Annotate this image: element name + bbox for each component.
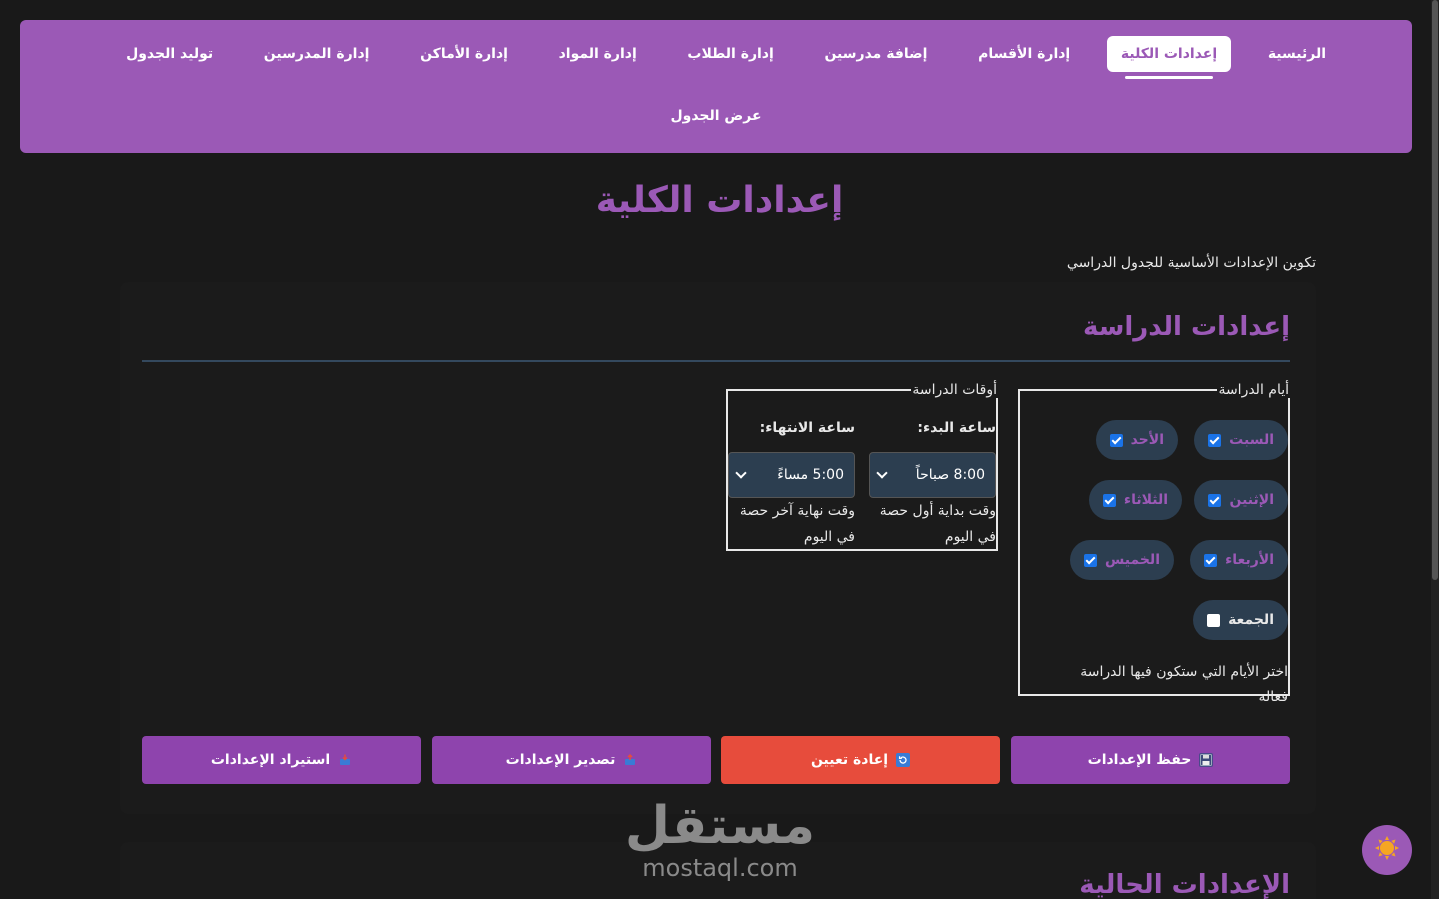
checkbox-checked-icon[interactable] [1109,433,1123,447]
theme-toggle-button[interactable] [1362,825,1412,875]
import-settings-label: استيراد الإعدادات [210,752,331,768]
export-settings-label: تصدير الإعدادات [505,752,616,768]
nav-item-college-settings[interactable]: إعدادات الكلية [1106,36,1232,79]
nav-item-generate-schedule[interactable]: توليد الجدول [112,36,227,72]
day-label: السبت [1229,432,1274,448]
nav-item-teachers[interactable]: إدارة المدرسين [250,36,384,72]
checkbox-checked-icon[interactable] [1208,493,1222,507]
end-time-value: 5:00 مساءً [777,467,844,483]
day-label: الأربعاء [1225,552,1274,568]
day-chip-monday[interactable]: الإثنين [1194,480,1288,520]
nav-item-subjects[interactable]: إدارة المواد [545,36,651,72]
end-time-select[interactable]: 5:00 مساءً [728,452,855,498]
start-time-select[interactable]: 8:00 صباحاً [869,452,996,498]
chevron-down-icon [735,467,747,479]
nav-item-students[interactable]: إدارة الطلاب [673,36,787,72]
page-subtitle: تكوين الإعدادات الأساسية للجدول الدراسي [1066,255,1316,271]
study-days-legend: أيام الدراسة [1218,382,1289,398]
start-time-help: وقت بداية أول حصة في اليوم [879,503,996,545]
day-label: الإثنين [1229,492,1274,508]
start-time-label: ساعة البدء: [917,420,996,436]
save-settings-button[interactable]: حفظ الإعدادات [1011,736,1290,784]
nav-item-departments[interactable]: إدارة الأقسام [964,36,1084,72]
watermark-latin: mostaql.com [642,854,798,882]
section-title-current: الإعدادات الحالية [1079,870,1290,899]
section-title-study: إعدادات الدراسة [1083,312,1290,342]
day-chip-wednesday[interactable]: الأربعاء [1190,540,1288,580]
end-time-help: وقت نهاية آخر حصة في اليوم [739,503,855,545]
nav-item-add-teachers[interactable]: إضافة مدرسين [810,36,941,72]
reset-settings-label: إعادة تعيين [810,752,889,768]
day-chip-thursday[interactable]: الخميس [1069,540,1174,580]
sun-icon [1374,835,1400,865]
day-label: الأحد [1130,432,1164,448]
chevron-down-icon [876,467,888,479]
refresh-icon [896,753,911,767]
checkbox-checked-icon[interactable] [1208,433,1222,447]
study-days-help: اختر الأيام التي ستكون فيها الدراسة فعال… [1080,664,1288,705]
watermark-arabic: مستقل [624,796,816,856]
checkbox-checked-icon[interactable] [1102,493,1116,507]
nav-item-view-schedule[interactable]: عرض الجدول [656,98,775,134]
outbox-tray-icon [623,753,637,767]
import-settings-button[interactable]: استيراد الإعدادات [142,736,421,784]
main-navbar: الرئيسية إعدادات الكلية إدارة الأقسام إض… [20,20,1412,153]
checkbox-unchecked-icon[interactable] [1207,613,1221,627]
inbox-tray-icon [338,753,352,767]
checkbox-checked-icon[interactable] [1204,553,1218,567]
reset-settings-button[interactable]: إعادة تعيين [721,736,1000,784]
export-settings-button[interactable]: تصدير الإعدادات [432,736,711,784]
study-times-fieldset: أوقات الدراسة ساعة البدء: 8:00 صباحاً وق… [726,382,998,551]
day-chip-tuesday[interactable]: الثلاثاء [1088,480,1182,520]
nav-row-primary: الرئيسية إعدادات الكلية إدارة الأقسام إض… [112,36,1340,79]
nav-item-home[interactable]: الرئيسية [1254,36,1340,72]
day-chip-sunday[interactable]: الأحد [1095,420,1178,460]
end-time-label: ساعة الانتهاء: [759,420,855,436]
study-days-fieldset: أيام الدراسة السبت الأحد الإثنين الثلاثا… [1018,382,1290,705]
day-chip-friday[interactable]: الجمعة [1193,600,1288,640]
start-time-value: 8:00 صباحاً [915,467,985,483]
page-scrollbar[interactable] [1431,0,1439,899]
checkbox-checked-icon[interactable] [1083,553,1097,567]
nav-row-secondary: عرض الجدول [20,98,1412,134]
floppy-disk-icon [1199,753,1214,767]
day-label: الخميس [1104,552,1160,568]
scrollbar-thumb[interactable] [1432,0,1438,580]
section-divider [142,360,1290,362]
day-label: الثلاثاء [1123,492,1168,508]
day-label: الجمعة [1228,612,1274,628]
study-times-legend: أوقات الدراسة [912,382,997,398]
day-chip-saturday[interactable]: السبت [1194,420,1288,460]
save-settings-label: حفظ الإعدادات [1087,752,1192,768]
nav-item-places[interactable]: إدارة الأماكن [406,36,522,72]
mostaql-watermark: مستقل mostaql.com [620,796,820,880]
page-title: إعدادات الكلية [595,180,844,221]
